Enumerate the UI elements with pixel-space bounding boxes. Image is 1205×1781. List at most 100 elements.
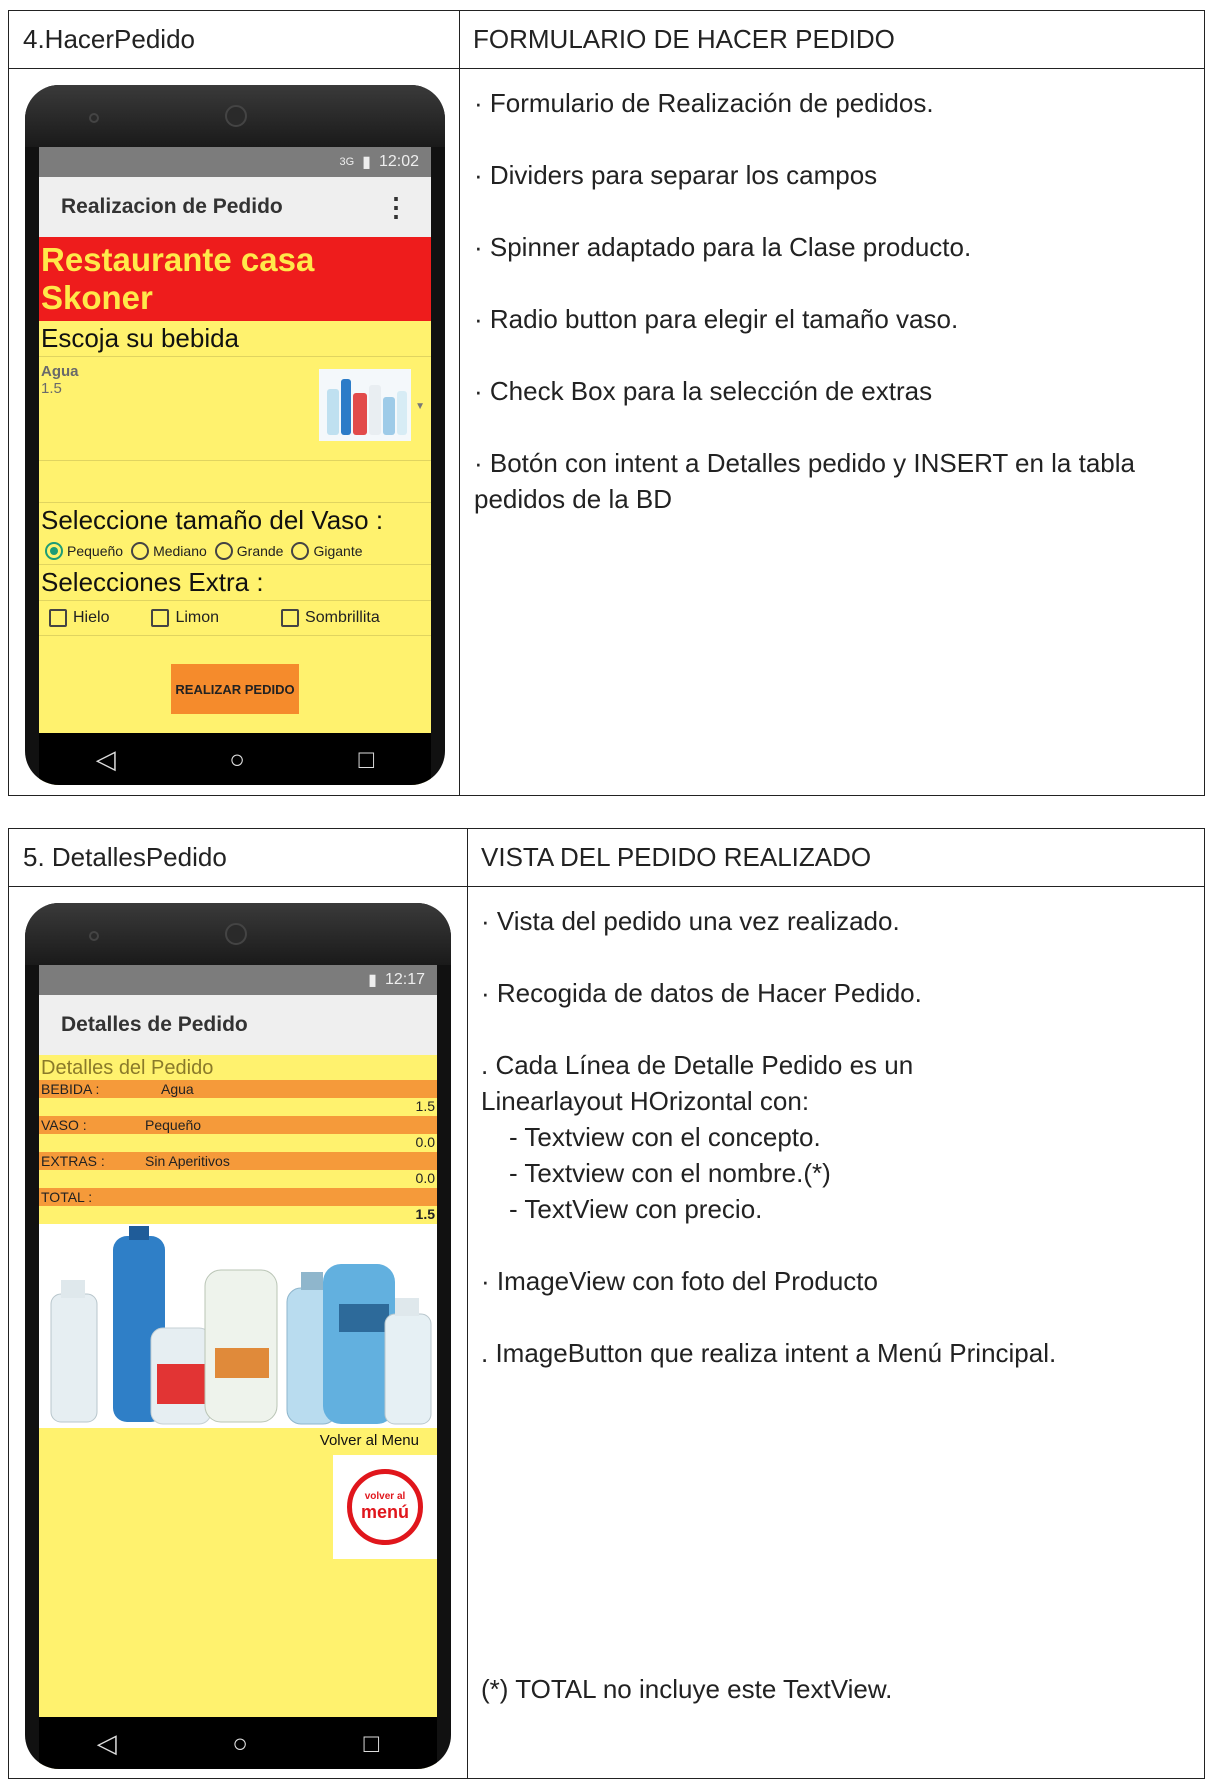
table1-divider <box>459 11 460 795</box>
recents-nav-icon[interactable]: □ <box>359 744 375 775</box>
back-nav-icon-2[interactable]: ◁ <box>97 1728 117 1759</box>
bullet-recogida: · Recogida de datos de Hacer Pedido. <box>481 978 922 1008</box>
app-bar-title: Realizacion de Pedido <box>61 195 283 218</box>
bullet-spinner: · Spinner adaptado para la Clase product… <box>474 232 972 262</box>
restaurant-title: Restaurante casa Skoner <box>39 237 431 321</box>
radio-pequeno-label: Pequeño <box>67 543 124 559</box>
footnote: (*) TOTAL no incluye este TextView. <box>481 1674 893 1704</box>
menu-logo-circle: volver al menú <box>347 1469 423 1545</box>
nav-bar: ◁ ○ □ <box>39 733 431 785</box>
price-bebida: 1.5 <box>39 1098 437 1116</box>
bullet-imagebutton: . ImageButton que realiza intent a Menú … <box>481 1338 1057 1368</box>
app-bar-2: Detalles de Pedido <box>39 995 437 1055</box>
checkbox-hielo[interactable] <box>49 609 67 627</box>
detail-row-extras: EXTRAS : Sin Aperitivos <box>39 1152 437 1170</box>
table1-left-header: 4.HacerPedido <box>9 11 459 69</box>
bullet-checkbox: · Check Box para la selección de extras <box>474 376 933 406</box>
radio-mediano-label: Mediano <box>153 543 207 559</box>
status-bar-2: ▮ 12:17 <box>39 965 437 995</box>
menu-logo-main: menú <box>360 1502 409 1522</box>
phone-bezel-2 <box>25 903 451 965</box>
phone-screen-2: ▮ 12:17 Detalles de Pedido Detalles del … <box>39 965 437 1769</box>
detail-row-total: TOTAL : <box>39 1188 437 1206</box>
menu-logo-top: volver al <box>364 1491 406 1502</box>
price-vaso: 0.0 <box>39 1134 437 1152</box>
bullet-boton: · Botón con intent a Detalles pedido y I… <box>474 448 1135 514</box>
speaker-dot-2 <box>225 923 247 945</box>
bullet-vista: · Vista del pedido una vez realizado. <box>481 906 900 936</box>
radio-grande[interactable] <box>214 542 233 560</box>
phone-screen: 3G ▮ 12:02 Realizacion de Pedido ⋮ Resta… <box>39 147 431 785</box>
checkbox-hielo-label: Hielo <box>73 609 110 626</box>
concept-extras: EXTRAS : <box>41 1153 105 1169</box>
checkbox-limon-label: Limon <box>175 609 220 626</box>
bullet-dividers: · Dividers para separar los campos <box>474 160 878 190</box>
checkbox-sombrillita-label: Sombrillita <box>305 609 380 626</box>
radio-pequeno[interactable] <box>45 542 63 560</box>
battery-icon-2: ▮ <box>368 972 377 989</box>
bullet-linea-detalle-2: Linearlayout HOrizontal con: <box>481 1086 810 1116</box>
home-nav-icon-2[interactable]: ○ <box>232 1728 248 1759</box>
product-photo <box>39 1224 437 1428</box>
table-hacer-pedido: 4.HacerPedido FORMULARIO DE HACER PEDIDO… <box>8 10 1205 796</box>
battery-icon: ▮ <box>362 154 371 171</box>
price-extras: 0.0 <box>39 1170 437 1188</box>
recents-nav-icon-2[interactable]: □ <box>364 1728 380 1759</box>
table1-right-header: FORMULARIO DE HACER PEDIDO <box>459 11 1205 69</box>
back-nav-icon[interactable]: ◁ <box>96 744 116 775</box>
home-nav-icon[interactable]: ○ <box>229 744 245 775</box>
table2-description: · Vista del pedido una vez realizado. · … <box>481 903 1196 1407</box>
submit-order-button[interactable]: REALIZAR PEDIDO <box>171 664 299 714</box>
name-extras: Sin Aperitivos <box>145 1153 230 1169</box>
back-to-menu-button[interactable]: volver al menú <box>333 1455 437 1559</box>
radio-grande-label: Grande <box>236 543 284 559</box>
water-bottles-thumbnail <box>319 369 411 441</box>
camera-dot-2 <box>89 931 99 941</box>
camera-dot <box>89 113 99 123</box>
table1-description: · Formulario de Realización de pedidos. … <box>474 85 1194 553</box>
overflow-menu-icon[interactable]: ⋮ <box>383 192 409 223</box>
detail-rows: BEBIDA : Agua 1.5 VASO : Pequeño 0.0 EXT… <box>39 1080 437 1224</box>
table-detalles-pedido: 5. DetallesPedido VISTA DEL PEDIDO REALI… <box>8 828 1205 1779</box>
name-bebida: Agua <box>161 1081 194 1097</box>
sub-precio: - TextView con precio. <box>509 1194 763 1224</box>
extras-checkbox-group: Hielo Limon Sombrillita <box>39 601 431 636</box>
table2-left-header: 5. DetallesPedido <box>9 829 467 887</box>
detail-row-vaso: VASO : Pequeño <box>39 1116 437 1134</box>
phone-bezel <box>25 85 445 147</box>
product-spinner[interactable]: Agua 1.5 ▼ <box>39 357 431 461</box>
extras-section-title: Selecciones Extra : <box>39 565 431 601</box>
bullet-radio: · Radio button para elegir el tamaño vas… <box>474 304 959 334</box>
status-time-2: 12:17 <box>384 971 425 988</box>
details-title: Detalles del Pedido <box>41 1057 214 1079</box>
bullet-imageview: · ImageView con foto del Producto <box>481 1266 878 1296</box>
app-bar: Realizacion de Pedido ⋮ <box>39 177 431 237</box>
radio-gigante[interactable] <box>291 542 310 560</box>
size-radio-group: Pequeño Mediano Grande Gigante <box>39 538 431 565</box>
concept-bebida: BEBIDA : <box>41 1081 100 1097</box>
status-time: 12:02 <box>378 153 419 170</box>
signal-icon: 3G <box>339 156 355 168</box>
checkbox-sombrillita[interactable] <box>281 609 300 627</box>
app-bar-title-2: Detalles de Pedido <box>61 1013 248 1036</box>
speaker-dot <box>225 105 247 127</box>
back-to-menu-label: Volver al Menu <box>319 1432 419 1449</box>
sub-concepto: - Textview con el concepto. <box>509 1122 821 1152</box>
radio-gigante-label: Gigante <box>313 543 363 559</box>
checkbox-limon[interactable] <box>151 609 170 627</box>
price-total: 1.5 <box>39 1206 437 1224</box>
radio-mediano[interactable] <box>131 542 150 560</box>
table2-divider <box>467 829 468 1778</box>
concept-vaso: VASO : <box>41 1117 87 1133</box>
phone-mockup-detalles-pedido: ▮ 12:17 Detalles de Pedido Detalles del … <box>25 903 451 1769</box>
status-bar: 3G ▮ 12:02 <box>39 147 431 177</box>
spinner-dropdown-icon: ▼ <box>415 401 425 412</box>
detail-row-bebida: BEBIDA : Agua <box>39 1080 437 1098</box>
bullet-formulario: · Formulario de Realización de pedidos. <box>474 88 934 118</box>
sub-nombre: - Textview con el nombre.(*) <box>509 1158 831 1188</box>
name-vaso: Pequeño <box>145 1117 202 1133</box>
phone-mockup-hacer-pedido: 3G ▮ 12:02 Realizacion de Pedido ⋮ Resta… <box>25 85 445 785</box>
size-section-title: Seleccione tamaño del Vaso : <box>41 505 384 535</box>
concept-total: TOTAL : <box>41 1189 93 1205</box>
choose-drink-label: Escoja su bebida <box>39 321 431 357</box>
